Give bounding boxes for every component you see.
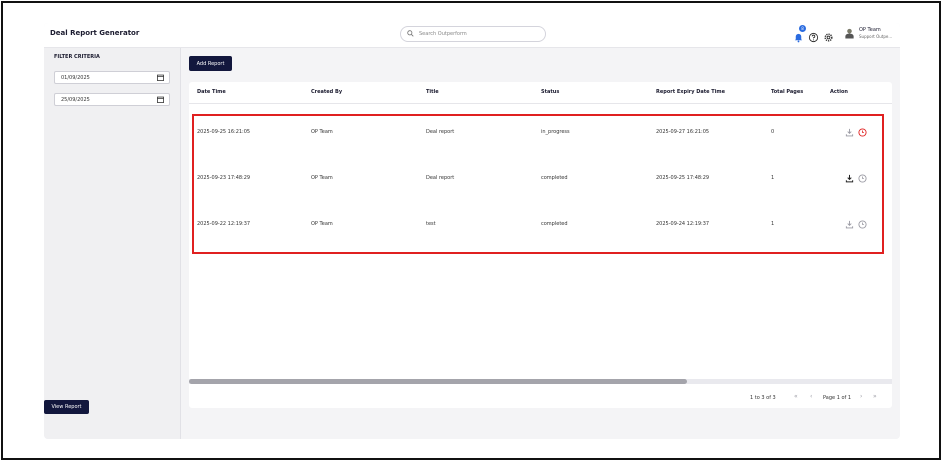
col-title[interactable]: Title: [426, 89, 439, 95]
pagination-range: 1 to 3 of 3: [750, 395, 776, 401]
prev-page-icon[interactable]: ‹: [810, 393, 812, 400]
col-date-time[interactable]: Date Time: [197, 89, 226, 95]
help-button[interactable]: [808, 28, 819, 43]
user-role: Support Outpe...: [859, 34, 893, 39]
end-date-field[interactable]: 25/09/2025: [54, 93, 170, 106]
add-report-button[interactable]: Add Report: [189, 56, 232, 71]
next-page-icon[interactable]: ›: [860, 393, 862, 400]
filter-sidebar: FILTER CRITERIA 01/09/2025 25/09/2025: [44, 48, 181, 439]
col-status[interactable]: Status: [541, 89, 559, 95]
col-expiry[interactable]: Report Expiry Date Time: [656, 89, 725, 95]
notifications-button[interactable]: 8: [793, 25, 806, 43]
search-box[interactable]: [400, 26, 546, 42]
top-bar: Deal Report Generator 8: [44, 23, 900, 48]
search-input[interactable]: [419, 29, 539, 39]
start-date-field[interactable]: 01/09/2025: [54, 71, 170, 84]
avatar[interactable]: [844, 27, 855, 39]
end-date-value: 25/09/2025: [61, 97, 90, 103]
notification-badge: 8: [799, 25, 806, 32]
col-action: Action: [830, 89, 848, 95]
view-report-button[interactable]: View Report: [44, 400, 89, 414]
last-page-icon[interactable]: »: [873, 393, 877, 400]
page-indicator: Page 1 of 1: [823, 395, 852, 401]
scrollbar-thumb[interactable]: [189, 379, 687, 384]
col-total-pages[interactable]: Total Pages: [771, 89, 803, 95]
search-icon: [407, 30, 414, 37]
horizontal-scrollbar[interactable]: [189, 379, 892, 384]
start-date-value: 01/09/2025: [61, 75, 90, 81]
table-header: Date Time Created By Title Status Report…: [189, 82, 892, 104]
col-created-by[interactable]: Created By: [311, 89, 342, 95]
bell-icon: [794, 33, 803, 43]
filter-criteria-heading: FILTER CRITERIA: [54, 54, 100, 60]
user-name[interactable]: OP Team: [859, 27, 881, 33]
calendar-icon[interactable]: [157, 96, 164, 103]
app-title: Deal Report Generator: [50, 29, 140, 37]
calendar-icon[interactable]: [157, 74, 164, 81]
first-page-icon[interactable]: «: [794, 393, 798, 400]
help-icon: [808, 32, 819, 43]
settings-button[interactable]: [823, 28, 834, 42]
highlight-box: [192, 114, 884, 254]
gear-icon: [824, 33, 833, 42]
